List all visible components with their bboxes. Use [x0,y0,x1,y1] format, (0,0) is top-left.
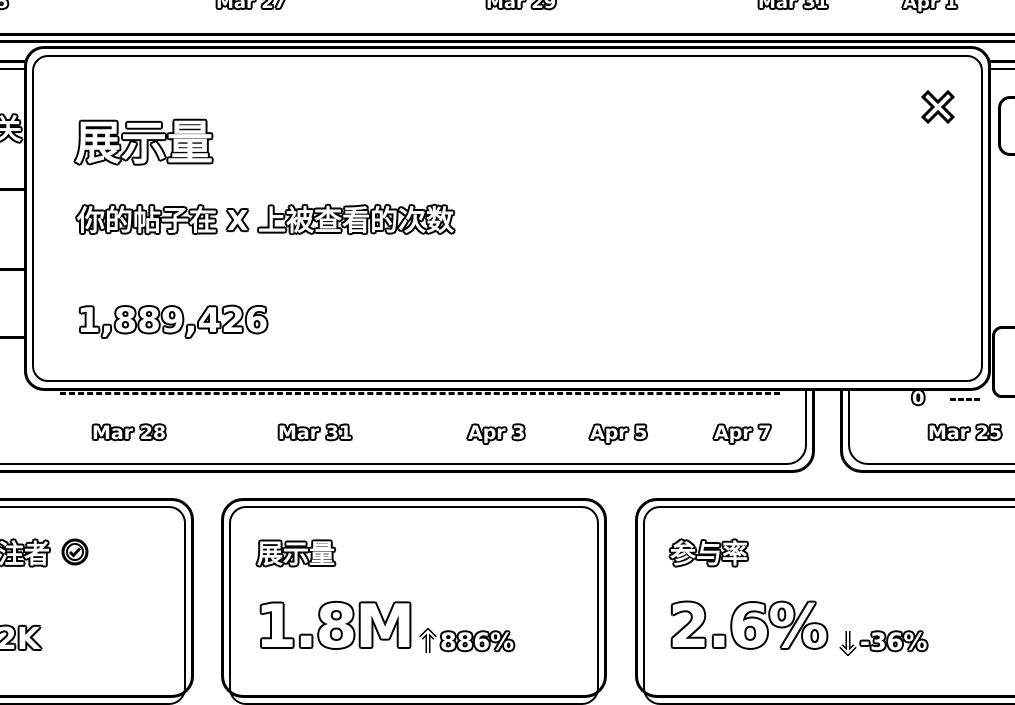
x-axis-label: Mar 28 [92,422,167,444]
x-axis-label: Apr 5 [590,422,648,444]
y-axis-zero-label: 0 [912,388,925,409]
top-axis-label: 5 [0,0,9,13]
close-icon[interactable] [920,89,956,125]
card-change: -36% [860,628,928,656]
x-axis-label: Mar 31 [278,422,353,444]
impressions-tooltip: 展示量 你的帖子在 X 上被查看的次数 1,889,426 [24,46,991,391]
card-change: 886% [440,628,515,656]
top-chart-axis: 5 Mar 27 Mar 29 Mar 31 Apr 1 [0,0,1015,20]
followers-card[interactable] [0,498,194,705]
card-label: 注者 [0,540,51,570]
card-value: 2K [0,622,41,657]
side-tab-button[interactable] [992,326,1015,398]
card-value: 2.6% [668,592,828,662]
left-tab-fragment[interactable]: 关 [0,108,22,148]
tooltip-value: 1,889,426 [77,301,269,341]
top-axis-label: Mar 29 [486,0,557,13]
divider [0,33,1015,36]
verified-badge-icon [60,537,90,567]
arrow-up-icon [418,627,438,656]
side-tab-button[interactable] [998,96,1015,156]
top-axis-label: Apr 1 [903,0,958,13]
top-axis-label: Mar 31 [758,0,829,13]
chart-baseline [950,398,980,401]
tooltip-description: 你的帖子在 X 上被查看的次数 [77,204,455,237]
x-axis-label: Apr 3 [468,422,526,444]
x-axis-label: Mar 25 [928,422,1003,444]
card-value: 1.8M [255,592,415,662]
top-axis-label: Mar 27 [216,0,287,13]
chart-baseline [60,392,780,395]
card-label: 展示量 [257,540,336,570]
arrow-down-icon [838,628,858,657]
x-axis-label: Apr 7 [714,422,772,444]
card-label: 参与率 [670,540,749,570]
tooltip-title: 展示量 [75,116,213,170]
divider [0,40,1015,43]
